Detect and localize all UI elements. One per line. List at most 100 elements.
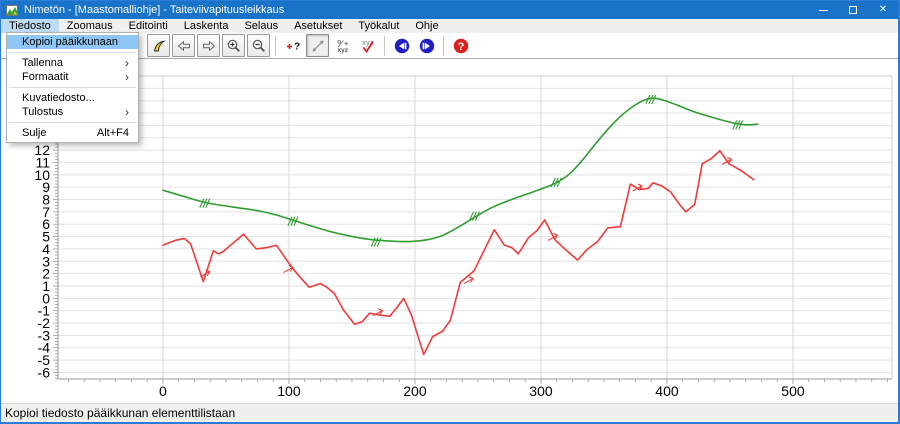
- svg-text:?: ?: [294, 41, 300, 52]
- file-menu-item-tallenna[interactable]: Tallenna ›: [7, 56, 138, 70]
- terrain-profile-red-marker: [284, 266, 293, 273]
- menu-item-label: Formaatit: [22, 71, 68, 83]
- menu-asetukset[interactable]: Asetukset: [286, 19, 350, 33]
- title-bar: Nimetön - [Maastomalliohje] - Taiteviiva…: [1, 1, 898, 19]
- x-axis-label: 200: [403, 383, 427, 399]
- terrain-profile-green-marker: [733, 120, 737, 129]
- svg-text:?: ?: [457, 41, 464, 53]
- arrow-right-icon: [201, 38, 217, 54]
- terrain-profile-red-marker: [633, 184, 642, 191]
- terrain-profile-green-line: [163, 98, 758, 241]
- y-axis-label: -6: [38, 364, 51, 380]
- toolbar-separator: [275, 36, 276, 56]
- y-axis-label: 0: [42, 290, 50, 306]
- svg-text:xyz: xyz: [337, 47, 348, 54]
- y-axis-label: 4: [42, 241, 50, 257]
- y-axis-label: -5: [38, 352, 51, 368]
- menu-tykalut[interactable]: Työkalut: [350, 19, 407, 33]
- window-controls: ✕: [808, 1, 898, 19]
- menu-separator: [9, 87, 136, 88]
- y-axis-label: 11: [35, 154, 50, 170]
- terrain-profile-green-marker: [736, 120, 740, 129]
- y-axis-label: -2: [38, 315, 51, 331]
- next-section-button[interactable]: [415, 34, 438, 57]
- file-menu-item-sulje[interactable]: SuljeAlt+F4: [7, 126, 138, 140]
- minimize-button[interactable]: [808, 1, 838, 19]
- menu-laskenta[interactable]: Laskenta: [176, 19, 237, 33]
- close-button[interactable]: ✕: [868, 1, 898, 19]
- x-axis-label: 100: [277, 383, 301, 399]
- profile-tool-button[interactable]: [147, 34, 170, 57]
- terrain-profile-green-marker: [475, 212, 479, 221]
- y-axis-label: 6: [42, 216, 50, 232]
- y-axis-label: 8: [42, 192, 50, 208]
- toolbar-separator: [384, 36, 385, 56]
- submenu-arrow-icon: ›: [125, 72, 129, 82]
- arrow-left-icon: [176, 38, 192, 54]
- add-point-query-icon: ?: [285, 38, 301, 54]
- x-axis-label: 300: [529, 383, 553, 399]
- help-button[interactable]: ?: [449, 34, 472, 57]
- menu-ohje[interactable]: Ohje: [407, 19, 446, 33]
- menu-selaus[interactable]: Selaus: [236, 19, 286, 33]
- terrain-profile-green-marker: [652, 95, 656, 104]
- add-point-query-button[interactable]: ?: [281, 34, 304, 57]
- measure-diagonal-button[interactable]: [306, 34, 329, 57]
- status-text: Kopioi tiedosto pääikkunan elementtilist…: [5, 406, 235, 420]
- y-axis-label: 1: [42, 278, 50, 294]
- menu-item-label: Tulostus: [22, 106, 63, 118]
- terrain-profile-red-marker: [201, 270, 210, 277]
- terrain-profile-red-marker: [464, 277, 473, 284]
- menu-tiedosto[interactable]: Tiedosto: [1, 19, 59, 33]
- zoom-out-icon: [251, 38, 267, 54]
- terrain-profile-green-marker: [649, 95, 653, 104]
- file-dropdown-menu: Kopioi pääikkunaan Tallenna › Formaatit › Kuv…: [6, 32, 139, 143]
- terrain-profile-green-marker: [469, 212, 473, 221]
- file-menu-item-kopioi-p-ikkunaan[interactable]: Kopioi pääikkunaan: [7, 35, 138, 49]
- x-axis-label: 500: [781, 383, 805, 399]
- menu-separator: [9, 122, 136, 123]
- menu-bar: TiedostoZoomausEditointiLaskentaSelausAs…: [1, 19, 898, 33]
- y-axis-label: 2: [42, 266, 50, 282]
- file-menu-item-kuvatiedosto[interactable]: Kuvatiedosto...: [7, 91, 138, 105]
- menu-separator: [9, 52, 136, 53]
- zoom-in-icon: [226, 38, 242, 54]
- xyz-check-icon: xyz: [360, 38, 376, 54]
- xyz-check-button[interactable]: xyz: [356, 34, 379, 57]
- app-icon: [6, 4, 19, 17]
- maximize-button[interactable]: [838, 1, 868, 19]
- app-window: Nimetön - [Maastomalliohje] - Taiteviiva…: [0, 0, 900, 424]
- file-menu-item-tulostus[interactable]: Tulostus ›: [7, 105, 138, 119]
- file-menu-item-formaatit[interactable]: Formaatit ›: [7, 70, 138, 84]
- submenu-arrow-icon: ›: [125, 58, 129, 68]
- menu-editointi[interactable]: Editointi: [121, 19, 176, 33]
- menu-item-label: Tallenna: [22, 57, 63, 69]
- status-bar: Kopioi tiedosto pääikkunan elementtilist…: [1, 403, 898, 422]
- profile-tool-icon: [151, 38, 167, 54]
- toolbar-separator: [443, 36, 444, 56]
- arrow-right-button[interactable]: [197, 34, 220, 57]
- coordinate-xyz-button[interactable]: xyz: [331, 34, 354, 57]
- x-axis-label: 400: [655, 383, 679, 399]
- terrain-profile-green-marker: [371, 238, 375, 247]
- y-axis-label: 9: [42, 179, 50, 195]
- zoom-in-button[interactable]: [222, 34, 245, 57]
- terrain-profile-green-marker: [294, 217, 298, 226]
- prev-section-button[interactable]: [390, 34, 413, 57]
- measure-diagonal-icon: [310, 38, 326, 54]
- zoom-out-button[interactable]: [247, 34, 270, 57]
- terrain-profile-green-marker: [200, 199, 204, 208]
- terrain-profile-green-marker: [377, 238, 381, 247]
- menu-zoomaus[interactable]: Zoomaus: [59, 19, 121, 33]
- prev-section-icon: [394, 38, 410, 54]
- help-icon: ?: [453, 38, 469, 54]
- y-axis-label: -3: [38, 327, 51, 343]
- terrain-profile-red-marker: [373, 309, 382, 316]
- terrain-profile-red-marker: [722, 158, 731, 165]
- menu-item-label: Kopioi pääikkunaan: [22, 36, 118, 48]
- arrow-left-button[interactable]: [172, 34, 195, 57]
- terrain-profile-red-line: [163, 151, 754, 355]
- submenu-arrow-icon: ›: [125, 107, 129, 117]
- y-axis-label: 5: [42, 229, 50, 245]
- terrain-profile-red-marker: [549, 234, 558, 241]
